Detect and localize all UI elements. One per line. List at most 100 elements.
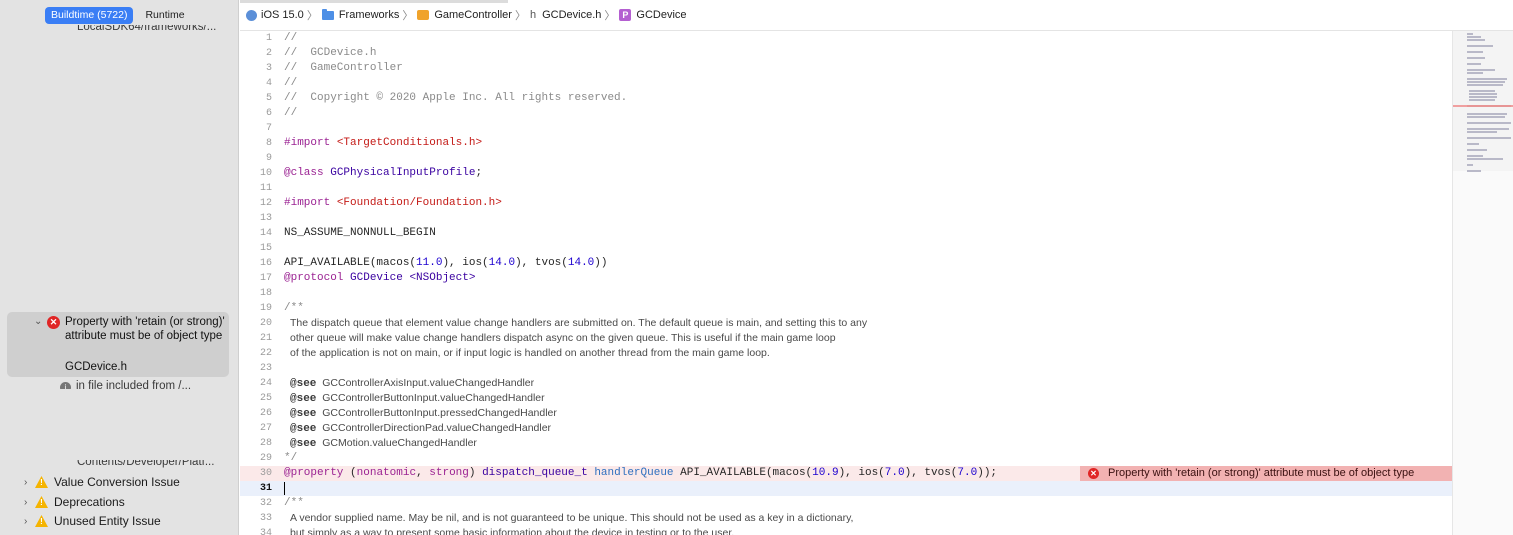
- code-line[interactable]: 10 @class GCPhysicalInputProfile;: [240, 166, 1452, 181]
- code-line[interactable]: 26 @see GCControllerButtonInput.pressedCh…: [240, 406, 1452, 421]
- error-message: Property with 'retain (or strong)' attri…: [1108, 467, 1415, 479]
- header-file-icon: h: [529, 9, 537, 21]
- line-number: 27: [259, 423, 272, 434]
- chevron-right-icon: 〉: [306, 10, 318, 22]
- minimap-line: [1467, 81, 1505, 83]
- line-number: 30: [259, 468, 272, 479]
- minimap-line: [1467, 116, 1505, 118]
- code-line[interactable]: 34 but simply as a way to present some ba…: [240, 526, 1452, 535]
- code-line[interactable]: 16 API_AVAILABLE(macos(11.0), ios(14.0), …: [240, 256, 1452, 271]
- protocol-icon: P: [619, 9, 632, 21]
- code-line[interactable]: 27 @see GCControllerDirectionPad.valueCha…: [240, 421, 1452, 436]
- line-number: 6: [265, 108, 272, 119]
- group-deprecations[interactable]: › ! Deprecations: [24, 493, 125, 511]
- code-line[interactable]: 19 /**: [240, 301, 1452, 316]
- code-line-error[interactable]: 30 @property (nonatomic, strong) dispatc…: [240, 466, 1452, 481]
- code-line[interactable]: 21 other queue will make value change han…: [240, 331, 1452, 346]
- code-line[interactable]: 33 A vendor supplied name. May be nil, an…: [240, 511, 1452, 526]
- code-text: */: [284, 452, 298, 464]
- code-text: // GCDevice.h: [284, 47, 377, 59]
- crumb-sdk[interactable]: iOS 15.0: [246, 9, 304, 21]
- code-line[interactable]: 20 The dispatch queue that element value …: [240, 316, 1452, 331]
- chevron-right-icon[interactable]: ›: [24, 477, 35, 488]
- code-line[interactable]: 8 #import <TargetConditionals.h>: [240, 136, 1452, 151]
- doc-comment-text: @see GCControllerButtonInput.valueChange…: [290, 392, 545, 405]
- code-text: #import <TargetConditionals.h>: [284, 137, 483, 149]
- code-text: //: [284, 77, 298, 89]
- code-text: /**: [284, 302, 304, 314]
- code-line[interactable]: 1 //: [240, 31, 1452, 46]
- code-line[interactable]: 29 */: [240, 451, 1452, 466]
- chevron-right-icon: 〉: [604, 10, 616, 22]
- scope-runtime-button[interactable]: Runtime: [139, 7, 190, 24]
- line-number: 10: [259, 168, 272, 179]
- line-number: 31: [259, 483, 272, 494]
- code-line[interactable]: 12 #import <Foundation/Foundation.h>: [240, 196, 1452, 211]
- code-line[interactable]: 24 @see GCControllerAxisInput.valueChange…: [240, 376, 1452, 391]
- scope-buildtime-button[interactable]: Buildtime (5722): [45, 7, 134, 24]
- code-line[interactable]: 22 of the application is not on main, or …: [240, 346, 1452, 361]
- minimap-line: [1467, 170, 1481, 172]
- code-text: //: [284, 107, 298, 119]
- crumb-symbol[interactable]: P GCDevice: [619, 9, 687, 21]
- line-number: 29: [259, 453, 272, 464]
- group-label: Deprecations: [54, 495, 125, 509]
- code-text: NS_ASSUME_NONNULL_BEGIN: [284, 227, 436, 239]
- crumb-frameworks[interactable]: Frameworks: [321, 8, 399, 21]
- minimap-line: [1467, 36, 1481, 38]
- minimap-line: [1467, 113, 1507, 115]
- group-unused-entity[interactable]: › ! Unused Entity Issue: [24, 512, 161, 530]
- code-line[interactable]: 25 @see GCControllerButtonInput.valueChan…: [240, 391, 1452, 406]
- code-line[interactable]: 32 /**: [240, 496, 1452, 511]
- minimap-line: [1467, 33, 1473, 35]
- crumb-file[interactable]: h GCDevice.h: [530, 9, 601, 21]
- crumb-label: GameController: [434, 9, 512, 21]
- line-number: 3: [265, 63, 272, 74]
- minimap-line: [1467, 122, 1511, 124]
- chevron-down-icon[interactable]: ⌄: [34, 316, 42, 327]
- code-line[interactable]: 4 //: [240, 76, 1452, 91]
- code-line[interactable]: 9: [240, 151, 1452, 166]
- chevron-right-icon: 〉: [402, 10, 414, 22]
- code-line[interactable]: 28 @see GCMotion.valueChangedHandler: [240, 436, 1452, 451]
- code-line-current[interactable]: 31: [240, 481, 1452, 496]
- code-line[interactable]: 11: [240, 181, 1452, 196]
- code-line[interactable]: 7: [240, 121, 1452, 136]
- line-number: 22: [259, 348, 272, 359]
- group-value-conversion[interactable]: › ! Value Conversion Issue: [24, 473, 180, 491]
- chevron-right-icon[interactable]: ›: [24, 516, 35, 527]
- minimap-line: [1467, 155, 1483, 157]
- framework-icon: [417, 10, 430, 20]
- doc-comment-text: @see GCControllerAxisInput.valueChangedH…: [290, 377, 535, 390]
- line-number: 17: [259, 273, 272, 284]
- code-text: @protocol GCDevice <NSObject>: [284, 272, 476, 284]
- code-line[interactable]: 13: [240, 211, 1452, 226]
- text-cursor: [284, 482, 285, 495]
- crumb-gamecontroller[interactable]: GameController: [417, 9, 512, 21]
- code-line[interactable]: 23: [240, 361, 1452, 376]
- doc-comment-text: A vendor supplied name. May be nil, and …: [290, 512, 854, 524]
- code-line[interactable]: 6 //: [240, 106, 1452, 121]
- line-number: 34: [259, 528, 272, 535]
- line-number: 4: [265, 78, 272, 89]
- warning-icon: !: [35, 496, 48, 508]
- inline-error-banner[interactable]: ✕ Property with 'retain (or strong)' att…: [1080, 466, 1452, 481]
- line-number: 16: [259, 258, 272, 269]
- line-number: 8: [265, 138, 272, 149]
- code-line[interactable]: 17 @protocol GCDevice <NSObject>: [240, 271, 1452, 286]
- code-text: API_AVAILABLE(macos(11.0), ios(14.0), tv…: [284, 257, 608, 269]
- code-line[interactable]: 3 // GameController: [240, 61, 1452, 76]
- source-editor[interactable]: 1 // 2 // GCDevice.h 3 // GameController 4 /…: [240, 31, 1452, 535]
- code-line[interactable]: 14 NS_ASSUME_NONNULL_BEGIN: [240, 226, 1452, 241]
- chevron-right-icon[interactable]: ›: [24, 497, 35, 508]
- issue-row-selected[interactable]: ⌄ ✕ Property with 'retain (or strong)' a…: [7, 312, 229, 377]
- issue-path-cut-2[interactable]: Contents/Developer/Platf...: [77, 460, 214, 468]
- minimap[interactable]: [1452, 31, 1513, 535]
- included-from-row[interactable]: i in file included from /...: [60, 380, 191, 389]
- minimap-line: [1467, 131, 1497, 133]
- doc-comment-text: of the application is not on main, or if…: [290, 347, 770, 359]
- code-line[interactable]: 5 // Copyright © 2020 Apple Inc. All righ…: [240, 91, 1452, 106]
- code-line[interactable]: 18: [240, 286, 1452, 301]
- code-line[interactable]: 2 // GCDevice.h: [240, 46, 1452, 61]
- code-line[interactable]: 15: [240, 241, 1452, 256]
